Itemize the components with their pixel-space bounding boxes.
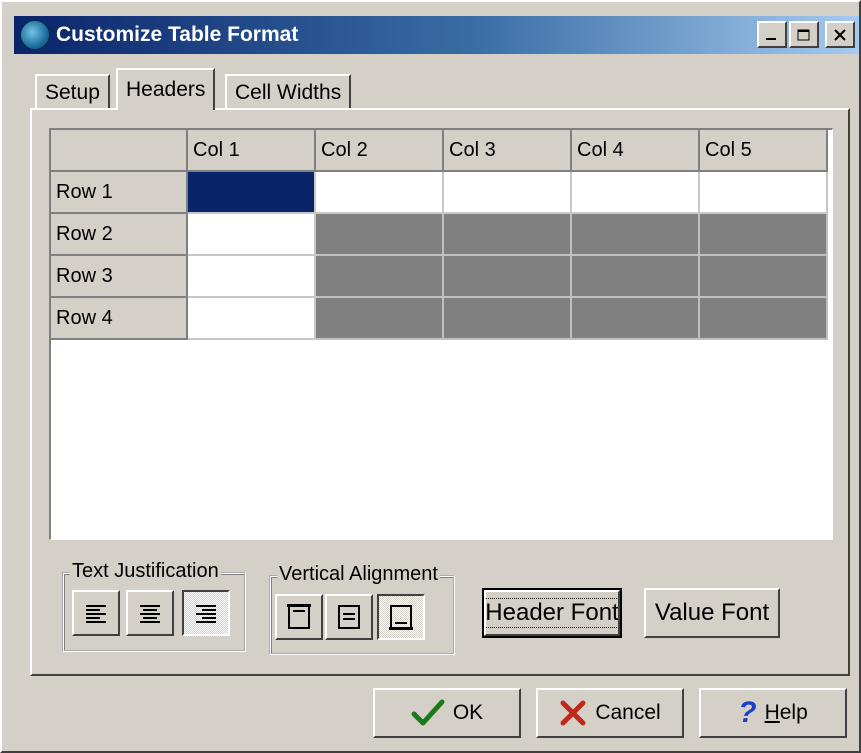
value-font-label: Value Font [654,599,770,626]
valign-center-icon [338,605,360,629]
window-title: Customize Table Format [56,23,299,46]
tab-setup[interactable]: Setup [35,74,110,110]
align-right-icon [196,605,216,623]
tab-cell-widths[interactable]: Cell Widths [225,74,352,110]
tab-headers[interactable]: Headers [116,68,216,110]
align-left-button[interactable] [72,590,120,636]
column-header[interactable]: Col 4 [572,130,700,172]
help-button[interactable]: ? Help [699,688,847,738]
text-justification-label: Text Justification [70,560,221,583]
close-icon [834,28,846,41]
grid-cell-disabled [316,298,444,340]
title-bar[interactable]: Customize Table Format [14,16,859,54]
tab-setup-label: Setup [45,81,100,104]
grid-cell-disabled [444,298,572,340]
dialog-window: Customize Table Format Setup Headers Cel… [0,0,861,753]
align-right-button[interactable] [182,590,230,636]
grid-cell-disabled [444,214,572,256]
valign-top-button[interactable] [275,594,323,640]
app-globe-icon [20,20,50,50]
tab-cell-widths-label: Cell Widths [235,81,342,104]
minimize-button[interactable] [757,21,787,48]
valign-top-icon [287,604,311,629]
cancel-x-icon [560,700,586,726]
grid-cell-disabled [572,214,700,256]
grid-cell-disabled [316,214,444,256]
vertical-alignment-label: Vertical Alignment [277,563,440,586]
value-font-button[interactable]: Value Font [644,588,780,638]
grid-cell[interactable] [188,214,316,256]
valign-bottom-button[interactable] [377,594,425,640]
align-center-button[interactable] [126,590,174,636]
tab-headers-label: Headers [126,78,206,101]
grid-cell-selected[interactable] [188,172,316,214]
valign-center-button[interactable] [325,594,373,640]
grid-cell-disabled [572,256,700,298]
grid-cell[interactable] [188,298,316,340]
row-header[interactable]: Row 1 [51,172,188,214]
header-font-label: Header Font [485,598,619,628]
header-font-button[interactable]: Header Font [482,588,622,638]
column-header[interactable]: Col 1 [188,130,316,172]
maximize-button[interactable] [789,21,819,48]
help-label: Help [764,701,808,724]
row-header[interactable]: Row 3 [51,256,188,298]
grid-cell[interactable] [188,256,316,298]
valign-bottom-icon [389,605,413,630]
grid-cell-disabled [700,214,828,256]
corner-header-cell [51,130,188,172]
ok-button[interactable]: OK [373,688,521,738]
align-center-icon [140,605,160,623]
align-left-icon [86,605,106,623]
grid-cell-disabled [316,256,444,298]
close-button[interactable] [825,21,855,48]
row-header[interactable]: Row 4 [51,298,188,340]
checkmark-icon [411,699,445,726]
cancel-label: Cancel [595,701,661,724]
table-grid[interactable]: Col 1 Col 2 Col 3 Col 4 Col 5 Row 1 Row … [49,128,833,540]
cancel-button[interactable]: Cancel [536,688,684,738]
ok-label: OK [452,701,484,724]
grid-cell-disabled [572,298,700,340]
grid-cell-disabled [444,256,572,298]
grid-cell[interactable] [316,172,444,214]
minimize-icon [766,37,776,40]
grid-cell-disabled [700,256,828,298]
row-header[interactable]: Row 2 [51,214,188,256]
column-header[interactable]: Col 5 [700,130,828,172]
maximize-icon [797,29,810,40]
grid-cell[interactable] [572,172,700,214]
grid-cell[interactable] [700,172,828,214]
grid-cell-disabled [700,298,828,340]
help-question-icon: ? [738,696,757,729]
grid-cell[interactable] [444,172,572,214]
grid-cells: Col 1 Col 2 Col 3 Col 4 Col 5 Row 1 Row … [51,130,828,340]
column-header[interactable]: Col 3 [444,130,572,172]
column-header[interactable]: Col 2 [316,130,444,172]
